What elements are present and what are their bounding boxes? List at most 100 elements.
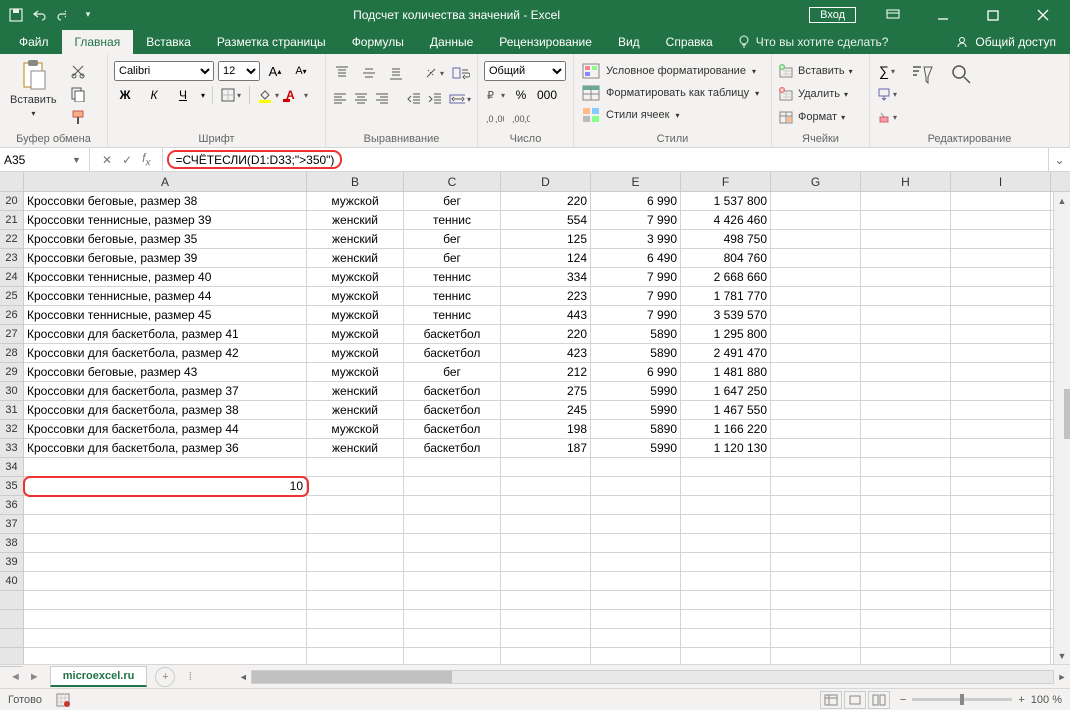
- grid[interactable]: 2021222324252627282930313233343536373839…: [0, 192, 1070, 664]
- cell[interactable]: [681, 496, 771, 514]
- cell[interactable]: [951, 515, 1051, 533]
- cell[interactable]: [771, 363, 861, 381]
- cell[interactable]: [307, 572, 404, 590]
- format-painter-icon[interactable]: [67, 107, 89, 127]
- cell[interactable]: 245: [501, 401, 591, 419]
- row-header[interactable]: 32: [0, 420, 23, 439]
- formula-bar[interactable]: =СЧЁТЕСЛИ(D1:D33;">350"): [163, 148, 1048, 171]
- cell[interactable]: 2 668 660: [681, 268, 771, 286]
- cell[interactable]: [307, 553, 404, 571]
- cell[interactable]: [951, 211, 1051, 229]
- cell[interactable]: 124: [501, 249, 591, 267]
- row-header[interactable]: 27: [0, 325, 23, 344]
- cell[interactable]: [771, 192, 861, 210]
- cell[interactable]: [951, 287, 1051, 305]
- cell[interactable]: [771, 287, 861, 305]
- align-bottom-icon[interactable]: [385, 63, 406, 83]
- cell[interactable]: [771, 249, 861, 267]
- vertical-scrollbar[interactable]: ▲ ▼: [1053, 192, 1070, 664]
- row-header[interactable]: 34: [0, 458, 23, 477]
- row-header[interactable]: 39: [0, 553, 23, 572]
- cell[interactable]: [771, 458, 861, 476]
- cell[interactable]: [861, 458, 951, 476]
- cell[interactable]: 125: [501, 230, 591, 248]
- underline-icon[interactable]: Ч: [172, 85, 194, 105]
- cell[interactable]: [591, 477, 681, 495]
- tab-insert[interactable]: Вставка: [133, 30, 204, 54]
- cell[interactable]: [861, 306, 951, 324]
- cell[interactable]: [404, 572, 501, 590]
- cell[interactable]: 2 491 470: [681, 344, 771, 362]
- fx-icon[interactable]: fx: [142, 151, 150, 168]
- cell[interactable]: [861, 439, 951, 457]
- cell[interactable]: [771, 477, 861, 495]
- zoom-out-icon[interactable]: −: [900, 694, 906, 706]
- name-box-input[interactable]: [4, 153, 72, 167]
- cell[interactable]: [501, 477, 591, 495]
- cell[interactable]: [861, 572, 951, 590]
- horizontal-scrollbar[interactable]: ◄►: [235, 670, 1070, 684]
- table-row[interactable]: Кроссовки теннисные, размер 45мужскойтен…: [24, 306, 1053, 325]
- cell[interactable]: [951, 477, 1051, 495]
- cell[interactable]: женский: [307, 439, 404, 457]
- tab-home[interactable]: Главная: [62, 30, 134, 54]
- col-header-I[interactable]: I: [951, 172, 1051, 191]
- cell[interactable]: [24, 534, 307, 552]
- font-color-icon[interactable]: A: [286, 85, 308, 105]
- cell[interactable]: 5990: [591, 439, 681, 457]
- cell[interactable]: 6 990: [591, 363, 681, 381]
- cell[interactable]: [681, 553, 771, 571]
- undo-icon[interactable]: [32, 7, 48, 23]
- tab-layout[interactable]: Разметка страницы: [204, 30, 339, 54]
- add-sheet-icon[interactable]: +: [155, 667, 175, 687]
- cell[interactable]: 1 467 550: [681, 401, 771, 419]
- zoom-slider[interactable]: [912, 698, 1012, 701]
- cell[interactable]: [861, 249, 951, 267]
- cell[interactable]: [591, 553, 681, 571]
- col-header-C[interactable]: C: [404, 172, 501, 191]
- table-row[interactable]: Кроссовки теннисные, размер 40мужскойтен…: [24, 268, 1053, 287]
- scroll-down-icon[interactable]: ▼: [1054, 647, 1070, 664]
- increase-indent-icon[interactable]: [428, 89, 443, 109]
- cell[interactable]: мужской: [307, 363, 404, 381]
- cell[interactable]: 7 990: [591, 268, 681, 286]
- cell[interactable]: 5890: [591, 325, 681, 343]
- cell[interactable]: [771, 515, 861, 533]
- decrease-indent-icon[interactable]: [406, 89, 421, 109]
- cell[interactable]: [861, 344, 951, 362]
- cell[interactable]: [861, 401, 951, 419]
- cell[interactable]: 220: [501, 325, 591, 343]
- cell[interactable]: 6 990: [591, 192, 681, 210]
- row-header[interactable]: 21: [0, 211, 23, 230]
- cell[interactable]: [307, 496, 404, 514]
- ribbon-options-icon[interactable]: [870, 0, 916, 29]
- cell[interactable]: мужской: [307, 420, 404, 438]
- cell[interactable]: [404, 496, 501, 514]
- table-row[interactable]: Кроссовки для баскетбола, размер 36женск…: [24, 439, 1053, 458]
- cell[interactable]: 3 990: [591, 230, 681, 248]
- wrap-text-icon[interactable]: [450, 63, 471, 83]
- cell[interactable]: 7 990: [591, 306, 681, 324]
- cell[interactable]: [861, 211, 951, 229]
- tab-formulas[interactable]: Формулы: [339, 30, 417, 54]
- cell[interactable]: 6 490: [591, 249, 681, 267]
- cell[interactable]: 5890: [591, 344, 681, 362]
- fill-icon[interactable]: [876, 84, 898, 104]
- tab-review[interactable]: Рецензирование: [486, 30, 605, 54]
- table-row[interactable]: Кроссовки теннисные, размер 39женскийтен…: [24, 211, 1053, 230]
- row-header[interactable]: 40: [0, 572, 23, 591]
- cell[interactable]: [951, 363, 1051, 381]
- cell[interactable]: теннис: [404, 306, 501, 324]
- namebox-dropdown-icon[interactable]: ▼: [72, 155, 81, 165]
- align-right-icon[interactable]: [375, 89, 390, 109]
- merge-icon[interactable]: [449, 89, 471, 109]
- cell[interactable]: [307, 477, 404, 495]
- cell[interactable]: [404, 534, 501, 552]
- cell[interactable]: [861, 325, 951, 343]
- table-row[interactable]: [24, 572, 1053, 591]
- cell[interactable]: [307, 458, 404, 476]
- cell[interactable]: [771, 230, 861, 248]
- cell[interactable]: [771, 306, 861, 324]
- cell[interactable]: 7 990: [591, 211, 681, 229]
- cell[interactable]: [404, 553, 501, 571]
